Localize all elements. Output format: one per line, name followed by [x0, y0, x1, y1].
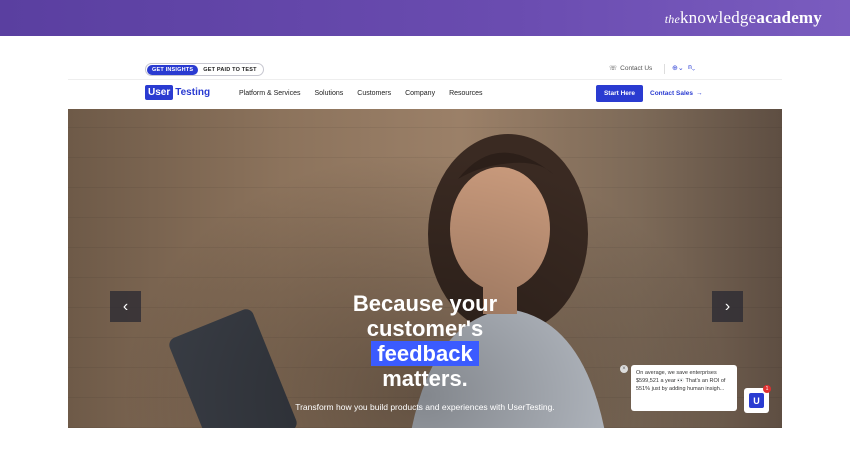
nav-item-company[interactable]: Company — [405, 90, 435, 97]
hero-subtitle: Transform how you build products and exp… — [295, 402, 555, 412]
get-paid-tab[interactable]: GET PAID TO TEST — [198, 65, 261, 75]
usertesting-logo[interactable]: User Testing — [145, 85, 210, 100]
chevron-right-icon: › — [724, 297, 731, 315]
audience-toggle[interactable]: GET INSIGHTS GET PAID TO TEST — [145, 63, 264, 76]
next-slide-button[interactable]: › — [712, 291, 743, 322]
close-icon[interactable]: × — [620, 365, 628, 373]
usertesting-u-icon: U — [749, 393, 764, 408]
utility-icons: ⊕⌄ ⍝⌄ — [672, 64, 695, 72]
main-nav: User Testing Platform & Services Solutio… — [68, 81, 782, 109]
website-frame: GET INSIGHTS GET PAID TO TEST ☏ Contact … — [68, 58, 782, 428]
chat-bubble[interactable]: On average, we save enterprises $599,521… — [631, 365, 737, 411]
divider — [664, 64, 665, 74]
nav-item-platform[interactable]: Platform & Services — [239, 90, 300, 97]
brand-logo: theknowledgeacademy — [665, 8, 822, 28]
logo-text: Testing — [175, 87, 211, 98]
notification-badge: 1 — [763, 385, 771, 393]
nav-item-customers[interactable]: Customers — [357, 90, 391, 97]
utility-bar: GET INSIGHTS GET PAID TO TEST ☏ Contact … — [68, 58, 782, 80]
headline-line-2: customer's — [366, 316, 484, 341]
headline-highlight: feedback — [371, 341, 479, 366]
contact-sales-link[interactable]: Contact Sales → — [650, 90, 703, 97]
chevron-left-icon: ‹ — [122, 297, 129, 315]
headline-line-4: matters. — [382, 366, 468, 391]
top-banner: theknowledgeacademy — [0, 0, 850, 36]
start-here-button[interactable]: Start Here — [596, 85, 643, 102]
phone-icon: ☏ — [609, 65, 618, 72]
arrow-right-icon: → — [696, 90, 703, 97]
brand-suffix: academy — [756, 8, 822, 27]
headline-line-1: Because your — [352, 291, 498, 316]
nav-menu: Platform & Services Solutions Customers … — [239, 90, 483, 97]
contact-us-label: Contact Us — [620, 64, 653, 72]
prev-slide-button[interactable]: ‹ — [110, 291, 141, 322]
contact-us-link[interactable]: ☏ Contact Us — [609, 64, 653, 73]
logo-box: User — [145, 85, 174, 100]
contact-sales-label: Contact Sales — [650, 90, 693, 97]
nav-item-resources[interactable]: Resources — [449, 90, 482, 97]
hero-banner: ‹ › Because your customer's feedback mat… — [68, 109, 782, 428]
brand-name: knowledge — [679, 8, 757, 27]
hero-headline: Because your customer's feedback matters… — [325, 291, 525, 391]
brand-prefix: the — [664, 12, 680, 26]
get-insights-tab[interactable]: GET INSIGHTS — [147, 64, 199, 75]
globe-icon[interactable]: ⊕⌄ — [672, 64, 684, 72]
nav-item-solutions[interactable]: Solutions — [314, 90, 343, 97]
user-icon[interactable]: ⍝⌄ — [688, 64, 696, 72]
